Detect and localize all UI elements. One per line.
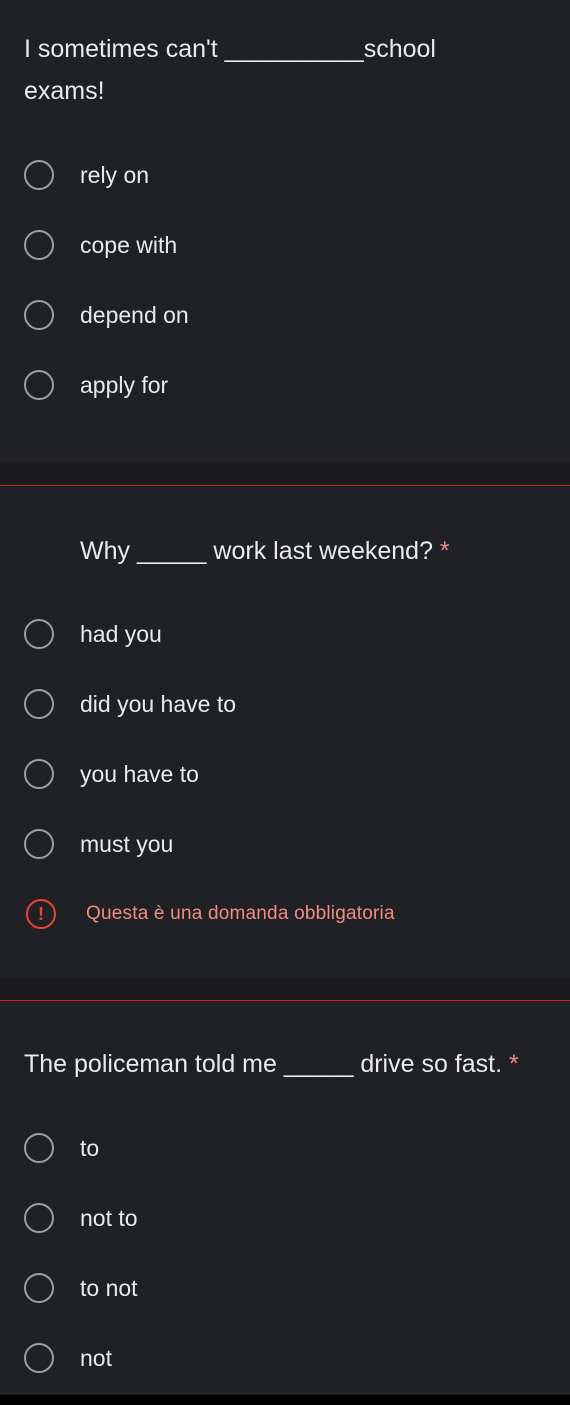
option-must-you[interactable]: must you — [24, 824, 173, 864]
radio-button[interactable] — [24, 370, 54, 400]
required-asterisk: * — [509, 1050, 519, 1078]
radio-button[interactable] — [24, 689, 54, 719]
option-cope-with[interactable]: cope with — [24, 225, 177, 265]
option-not[interactable]: not — [24, 1338, 112, 1378]
question-card-2: Why _____ work last weekend? * had you d… — [0, 485, 570, 978]
question-title-2: Why _____ work last weekend? * — [80, 530, 550, 572]
option-label: must you — [80, 830, 174, 857]
option-you-have-to[interactable]: you have to — [24, 754, 199, 794]
radio-button[interactable] — [24, 300, 54, 330]
error-message: Questa è una domanda obbligatoria — [86, 903, 395, 924]
question-text-3: The policeman told me _____ drive so fas… — [24, 1050, 503, 1078]
question-title-1: I sometimes can't __________school exams… — [24, 28, 484, 112]
alert-icon: ! — [26, 899, 56, 929]
radio-button[interactable] — [24, 759, 54, 789]
question-title-3: The policeman told me _____ drive so fas… — [24, 1043, 570, 1085]
radio-button[interactable] — [24, 829, 54, 859]
option-rely-on[interactable]: rely on — [24, 155, 149, 195]
option-label: not — [80, 1344, 112, 1371]
option-label: did you have to — [80, 690, 237, 717]
required-asterisk: * — [439, 537, 450, 565]
card-separator — [0, 978, 570, 1000]
radio-button[interactable] — [24, 1133, 54, 1163]
option-had-you[interactable]: had you — [24, 614, 162, 654]
option-label: you have to — [80, 760, 199, 787]
option-label: cope with — [80, 231, 178, 258]
option-not-to[interactable]: not to — [24, 1198, 138, 1238]
required-error: ! Questa è una domanda obbligatoria — [26, 899, 395, 929]
option-label: not to — [80, 1204, 138, 1231]
option-apply-for[interactable]: apply for — [24, 365, 168, 405]
radio-button[interactable] — [24, 230, 54, 260]
radio-button[interactable] — [24, 1203, 54, 1233]
radio-button[interactable] — [24, 160, 54, 190]
option-label: rely on — [80, 161, 150, 188]
option-label: to not — [80, 1274, 138, 1301]
option-label: to — [80, 1134, 100, 1161]
card-separator — [0, 462, 570, 485]
radio-button[interactable] — [24, 1273, 54, 1303]
option-to-not[interactable]: to not — [24, 1268, 138, 1308]
question-text-2: Why _____ work last weekend? — [80, 537, 433, 565]
question-card-1: I sometimes can't __________school exams… — [0, 0, 570, 462]
option-label: depend on — [80, 301, 189, 328]
option-depend-on[interactable]: depend on — [24, 295, 189, 335]
question-card-3: The policeman told me _____ drive so fas… — [0, 1000, 570, 1395]
option-did-you-have-to[interactable]: did you have to — [24, 684, 236, 724]
question-text-1: I sometimes can't __________school exams… — [24, 35, 436, 105]
bottom-edge — [0, 1395, 570, 1405]
radio-button[interactable] — [24, 619, 54, 649]
radio-button[interactable] — [24, 1343, 54, 1373]
option-label: had you — [80, 620, 162, 647]
option-to[interactable]: to — [24, 1128, 99, 1168]
option-label: apply for — [80, 371, 169, 398]
